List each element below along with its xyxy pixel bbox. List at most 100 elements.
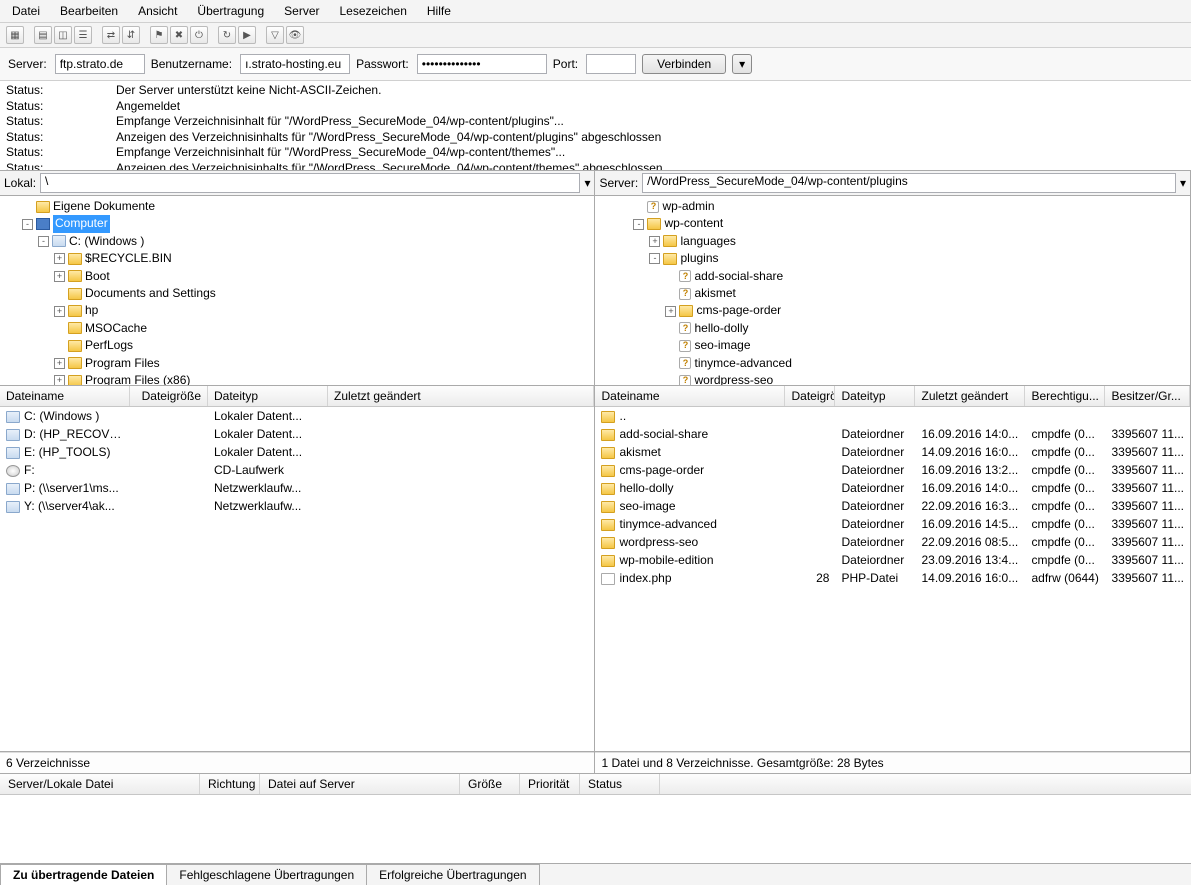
list-row[interactable]: cms-page-order Dateiordner 16.09.2016 13… bbox=[595, 461, 1190, 479]
expand-icon[interactable]: + bbox=[649, 236, 660, 247]
column-header[interactable]: Besitzer/Gr... bbox=[1105, 386, 1190, 406]
column-header[interactable]: Berechtigu... bbox=[1025, 386, 1105, 406]
tree-node[interactable]: ?wp-admin bbox=[601, 198, 1190, 215]
user-input[interactable] bbox=[240, 54, 350, 74]
tree-label[interactable]: Eigene Dokumente bbox=[53, 198, 155, 215]
tree-label[interactable]: Documents and Settings bbox=[85, 285, 216, 302]
column-header[interactable]: Dateiname bbox=[0, 386, 130, 406]
tree-label[interactable]: wordpress-seo bbox=[694, 372, 773, 386]
tb-toggle-queue[interactable]: ☰ bbox=[74, 26, 92, 44]
tree-node[interactable]: ?seo-image bbox=[601, 337, 1190, 354]
column-header[interactable]: Richtung bbox=[200, 774, 260, 794]
tree-label[interactable]: hello-dolly bbox=[694, 320, 748, 337]
column-header[interactable]: Status bbox=[580, 774, 660, 794]
tree-label[interactable]: wp-content bbox=[664, 215, 723, 232]
column-header[interactable]: Dateigröße bbox=[785, 386, 835, 406]
expand-icon[interactable]: + bbox=[54, 271, 65, 282]
tree-node[interactable]: +cms-page-order bbox=[601, 302, 1190, 319]
remote-filelist[interactable]: DateinameDateigrößeDateitypZuletzt geänd… bbox=[595, 386, 1190, 752]
tb-compare[interactable]: ⇵ bbox=[122, 26, 140, 44]
expand-icon[interactable]: - bbox=[633, 219, 644, 230]
tb-process[interactable]: ▶ bbox=[238, 26, 256, 44]
tree-label[interactable]: Computer bbox=[53, 215, 110, 232]
tb-sync[interactable]: ⇄ bbox=[102, 26, 120, 44]
list-row[interactable]: index.php 28 PHP-Datei 14.09.2016 16:0..… bbox=[595, 569, 1190, 587]
local-filelist[interactable]: DateinameDateigrößeDateitypZuletzt geänd… bbox=[0, 386, 594, 752]
queue-tab[interactable]: Zu übertragende Dateien bbox=[0, 864, 167, 885]
tree-node[interactable]: - wp-content bbox=[601, 215, 1190, 232]
list-row[interactable]: F: CD-Laufwerk bbox=[0, 461, 594, 479]
local-tree[interactable]: Eigene Dokumente-Computer-C: (Windows )+… bbox=[0, 196, 594, 386]
tree-node[interactable]: ?hello-dolly bbox=[601, 320, 1190, 337]
tree-node[interactable]: ?tinymce-advanced bbox=[601, 355, 1190, 372]
list-row[interactable]: E: (HP_TOOLS) Lokaler Datent... bbox=[0, 443, 594, 461]
tree-label[interactable]: languages bbox=[680, 233, 735, 250]
connect-button[interactable]: Verbinden bbox=[642, 54, 726, 74]
port-input[interactable] bbox=[586, 54, 636, 74]
remote-tree[interactable]: ?wp-admin - wp-content + languages-plugins?a… bbox=[595, 196, 1190, 386]
queue-tab[interactable]: Fehlgeschlagene Übertragungen bbox=[166, 864, 367, 885]
column-header[interactable]: Zuletzt geändert bbox=[328, 386, 594, 406]
tb-disconnect[interactable]: ⏻ bbox=[190, 26, 208, 44]
tree-label[interactable]: Boot bbox=[85, 268, 110, 285]
tree-label[interactable]: hp bbox=[85, 302, 98, 319]
pass-input[interactable] bbox=[417, 54, 547, 74]
column-header[interactable]: Zuletzt geändert bbox=[915, 386, 1025, 406]
column-header[interactable]: Dateityp bbox=[835, 386, 915, 406]
tree-label[interactable]: MSOCache bbox=[85, 320, 147, 337]
tree-node[interactable]: -plugins bbox=[601, 250, 1190, 267]
tree-label[interactable]: add-social-share bbox=[694, 268, 783, 285]
menu-ansicht[interactable]: Ansicht bbox=[130, 2, 185, 20]
tree-node[interactable]: Eigene Dokumente bbox=[6, 198, 594, 215]
menu-datei[interactable]: Datei bbox=[4, 2, 48, 20]
server-input[interactable] bbox=[55, 54, 145, 74]
column-header[interactable]: Dateityp bbox=[208, 386, 328, 406]
tree-node[interactable]: + $RECYCLE.BIN bbox=[6, 250, 594, 267]
tree-label[interactable]: PerfLogs bbox=[85, 337, 133, 354]
tb-refresh[interactable]: ↻ bbox=[218, 26, 236, 44]
tb-toggle-log[interactable]: ▤ bbox=[34, 26, 52, 44]
list-row[interactable]: tinymce-advanced Dateiordner 16.09.2016 … bbox=[595, 515, 1190, 533]
column-header[interactable]: Server/Lokale Datei bbox=[0, 774, 200, 794]
list-row[interactable]: C: (Windows ) Lokaler Datent... bbox=[0, 407, 594, 425]
tree-label[interactable]: Program Files (x86) bbox=[85, 372, 190, 386]
tree-node[interactable]: -Computer bbox=[6, 215, 594, 232]
tb-flag[interactable]: ⚑ bbox=[150, 26, 168, 44]
list-row[interactable]: wordpress-seo Dateiordner 22.09.2016 08:… bbox=[595, 533, 1190, 551]
tree-node[interactable]: ?wordpress-seo bbox=[601, 372, 1190, 386]
column-header[interactable]: Datei auf Server bbox=[260, 774, 460, 794]
expand-icon[interactable]: + bbox=[54, 253, 65, 264]
tb-filter[interactable]: ▽ bbox=[266, 26, 284, 44]
expand-icon[interactable]: + bbox=[54, 358, 65, 369]
tree-label[interactable]: cms-page-order bbox=[696, 302, 781, 319]
connect-dropdown[interactable]: ▾ bbox=[732, 54, 752, 74]
tree-label[interactable]: $RECYCLE.BIN bbox=[85, 250, 172, 267]
list-row[interactable]: Y: (\\server4\ak... Netzwerklaufw... bbox=[0, 497, 594, 515]
tree-node[interactable]: + Boot bbox=[6, 268, 594, 285]
tree-node[interactable]: PerfLogs bbox=[6, 337, 594, 354]
list-row[interactable]: .. bbox=[595, 407, 1190, 425]
list-row[interactable]: akismet Dateiordner 14.09.2016 16:0... c… bbox=[595, 443, 1190, 461]
expand-icon[interactable]: - bbox=[38, 236, 49, 247]
tree-label[interactable]: akismet bbox=[694, 285, 735, 302]
tree-label[interactable]: Program Files bbox=[85, 355, 160, 372]
column-header[interactable]: Dateiname bbox=[595, 386, 785, 406]
tb-toggle-tree[interactable]: ◫ bbox=[54, 26, 72, 44]
menu-server[interactable]: Server bbox=[276, 2, 327, 20]
expand-icon[interactable]: + bbox=[54, 375, 65, 386]
list-row[interactable]: D: (HP_RECOVE... Lokaler Datent... bbox=[0, 425, 594, 443]
tb-cancel[interactable]: ✖ bbox=[170, 26, 188, 44]
tree-node[interactable]: + Program Files bbox=[6, 355, 594, 372]
column-header[interactable]: Dateigröße bbox=[130, 386, 208, 406]
tb-search[interactable]: 👁 bbox=[286, 26, 304, 44]
tree-label[interactable]: seo-image bbox=[694, 337, 750, 354]
chevron-down-icon[interactable]: ▾ bbox=[584, 176, 590, 190]
menu-hilfe[interactable]: Hilfe bbox=[419, 2, 459, 20]
local-path-input[interactable]: \ bbox=[40, 173, 580, 193]
tree-node[interactable]: ?add-social-share bbox=[601, 268, 1190, 285]
message-log[interactable]: Status:Der Server unterstützt keine Nich… bbox=[0, 81, 1191, 171]
tree-label[interactable]: wp-admin bbox=[662, 198, 714, 215]
menu-lesezeichen[interactable]: Lesezeichen bbox=[331, 2, 414, 20]
list-row[interactable]: seo-image Dateiordner 22.09.2016 16:3...… bbox=[595, 497, 1190, 515]
tb-sitemanager[interactable]: ▦ bbox=[6, 26, 24, 44]
